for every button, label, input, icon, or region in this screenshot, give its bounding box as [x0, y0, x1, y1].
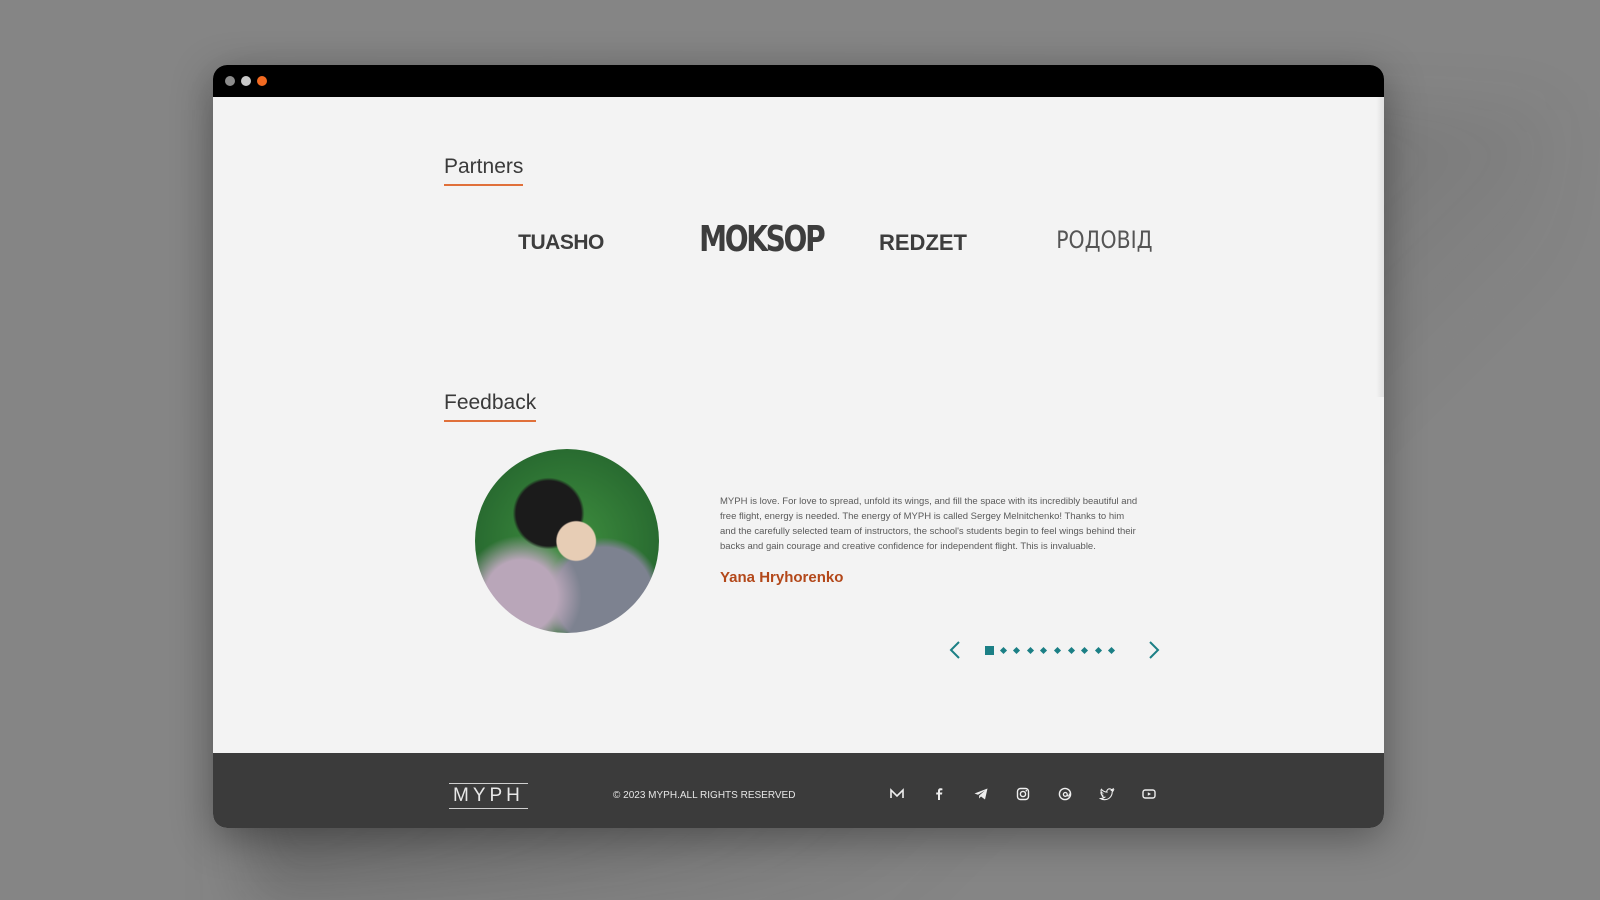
- pager-dot[interactable]: [1026, 646, 1034, 655]
- threads-icon[interactable]: [1057, 786, 1073, 802]
- page-content: Partners TUASHO MOKSOP REDZET РОДОВІД Fe…: [213, 97, 1384, 753]
- chevron-right-icon: [1149, 641, 1160, 659]
- pager-dot[interactable]: [1013, 646, 1021, 655]
- browser-window: Partners TUASHO MOKSOP REDZET РОДОВІД Fe…: [213, 65, 1384, 828]
- pager-dot[interactable]: [999, 646, 1007, 655]
- footer-brand-logo[interactable]: MYPH: [449, 783, 528, 809]
- partner-logo-tuasho[interactable]: TUASHO: [506, 231, 616, 255]
- feedback-author: Yana Hryhorenko: [720, 569, 844, 586]
- instagram-icon[interactable]: [1015, 786, 1031, 802]
- copyright-text: © 2023 MYPH.ALL RIGHTS RESERVED: [613, 790, 796, 801]
- maximize-dot[interactable]: [257, 76, 267, 86]
- pager-dot[interactable]: [1040, 646, 1048, 655]
- facebook-icon[interactable]: [931, 786, 947, 802]
- reviewer-avatar: [475, 449, 659, 633]
- mail-icon[interactable]: [889, 786, 905, 802]
- telegram-icon[interactable]: [973, 786, 989, 802]
- prev-arrow-button[interactable]: [946, 640, 966, 660]
- pager-dot[interactable]: [1108, 646, 1116, 655]
- partners-title: Partners: [444, 154, 524, 186]
- partner-logo-redzet[interactable]: REDZET: [868, 230, 978, 256]
- twitter-icon[interactable]: [1099, 786, 1115, 802]
- chevron-left-icon: [949, 641, 960, 659]
- footer: MYPH © 2023 MYPH.ALL RIGHTS RESERVED: [213, 753, 1384, 828]
- pager-dot[interactable]: [1081, 646, 1089, 655]
- feedback-quote: MYPH is love. For love to spread, unfold…: [720, 496, 1138, 552]
- youtube-icon[interactable]: [1141, 786, 1157, 802]
- pager-dot[interactable]: [985, 646, 994, 655]
- pager-dot[interactable]: [1094, 646, 1102, 655]
- partner-logo-moksop[interactable]: MOKSOP: [699, 219, 826, 260]
- next-arrow-button[interactable]: [1143, 640, 1163, 660]
- minimize-dot[interactable]: [241, 76, 251, 86]
- close-dot[interactable]: [225, 76, 235, 86]
- pager-dot[interactable]: [1067, 646, 1075, 655]
- title-bar: [213, 65, 1384, 97]
- pager-dot[interactable]: [1053, 646, 1062, 655]
- feedback-title: Feedback: [444, 390, 537, 422]
- partner-logo-rodovid[interactable]: РОДОВІД: [1056, 226, 1152, 254]
- edge-shade: [1376, 97, 1384, 397]
